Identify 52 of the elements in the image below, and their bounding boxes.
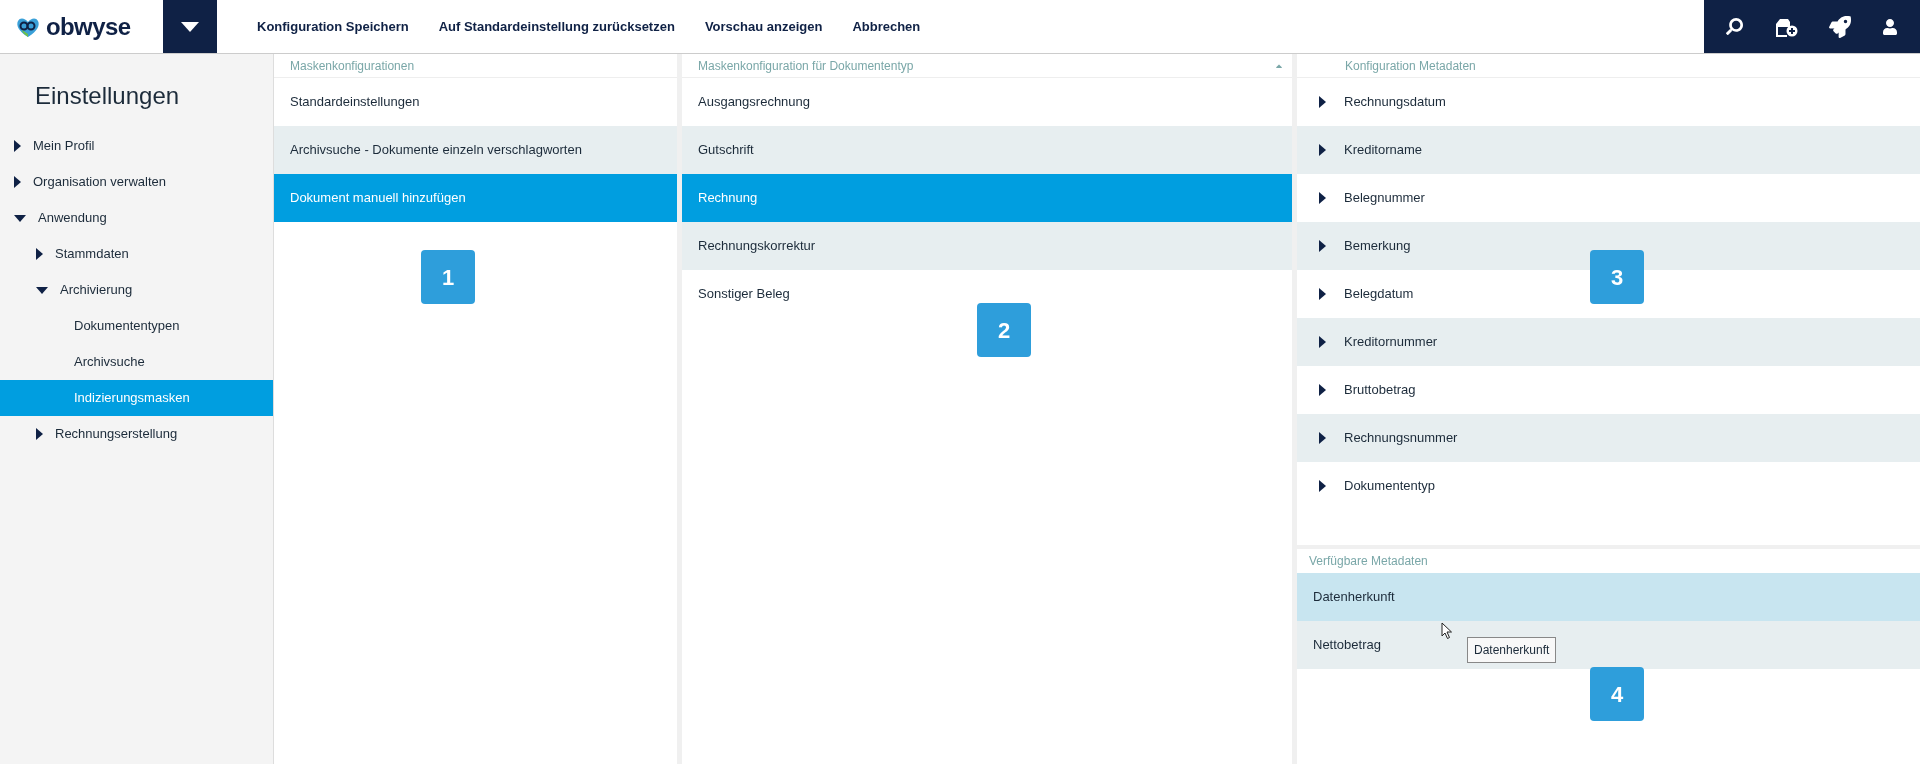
number-badge: 2 — [977, 303, 1031, 357]
caret-right-icon — [1319, 480, 1326, 492]
list-item[interactable]: Datenherkunft — [1297, 573, 1920, 621]
caret-right-icon — [36, 428, 43, 440]
toolbar-button[interactable]: Konfiguration Speichern — [257, 16, 409, 37]
caret-right-icon — [1319, 96, 1326, 108]
toolbar-button[interactable]: Abbrechen — [852, 16, 921, 37]
column-heading: Verfügbare Metadaten — [1309, 553, 1428, 570]
list-item[interactable]: Rechnungsnummer — [1297, 414, 1920, 462]
caret-right-icon — [1319, 192, 1326, 204]
sidebar-item[interactable]: Mein Profil — [0, 128, 273, 164]
caret-down-icon — [36, 286, 48, 294]
toolbar-button[interactable]: Vorschau anzeigen — [704, 16, 823, 37]
sidebar-item[interactable]: Stammdaten — [0, 236, 273, 272]
caret-right-icon — [1319, 144, 1326, 156]
list-item[interactable]: Rechnungskorrektur — [682, 222, 1292, 270]
number-badge: 4 — [1590, 667, 1644, 721]
sidebar-item[interactable]: Dokumententypen — [0, 308, 273, 344]
user-icon — [1882, 18, 1899, 35]
caret-right-icon — [36, 248, 43, 260]
caret-right-icon — [1319, 336, 1326, 348]
caret-right-icon — [14, 176, 21, 188]
sidebar-item[interactable]: Anwendung — [0, 200, 273, 236]
list-item[interactable]: Kreditorname — [1297, 126, 1920, 174]
caret-down-icon — [14, 214, 26, 222]
list-item[interactable]: Kreditornummer — [1297, 318, 1920, 366]
sidebar-item[interactable]: Organisation verwalten — [0, 164, 273, 200]
column-heading: Maskenkonfigurationen — [289, 57, 415, 75]
caret-right-icon — [14, 140, 21, 152]
sidebar-title: Einstellungen — [35, 82, 180, 109]
list-item[interactable]: Archivsuche - Dokumente einzeln verschlagworten — [274, 126, 677, 174]
column-heading: Konfiguration Metadaten — [1345, 57, 1476, 75]
logo-text: obwyse — [46, 11, 131, 42]
caret-right-icon — [1319, 288, 1326, 300]
sidebar-item[interactable]: Archivsuche — [0, 344, 273, 380]
column-heading: Maskenkonfiguration für Dokumententyp — [697, 57, 914, 75]
mouse-cursor-icon — [1441, 622, 1453, 640]
caret-down-icon — [181, 21, 199, 32]
tooltip: Datenherkunft — [1467, 637, 1557, 663]
caret-right-icon — [1319, 384, 1326, 396]
toolbar-button[interactable]: Auf Standardeinstellung zurücksetzen — [438, 16, 675, 37]
dropdown-button[interactable] — [163, 0, 217, 53]
rocket-icon — [1829, 15, 1852, 38]
number-badge: 3 — [1590, 250, 1644, 304]
sidebar-item[interactable]: Archivierung — [0, 272, 273, 308]
caret-right-icon — [1319, 432, 1326, 444]
list-item[interactable]: Bemerkung — [1297, 222, 1920, 270]
number-badge: 1 — [421, 250, 475, 304]
sidebar-item[interactable]: Rechnungserstellung — [0, 416, 273, 452]
list-item[interactable]: Gutschrift — [682, 126, 1292, 174]
search-icon — [1725, 18, 1743, 35]
caret-right-icon — [1319, 240, 1326, 252]
